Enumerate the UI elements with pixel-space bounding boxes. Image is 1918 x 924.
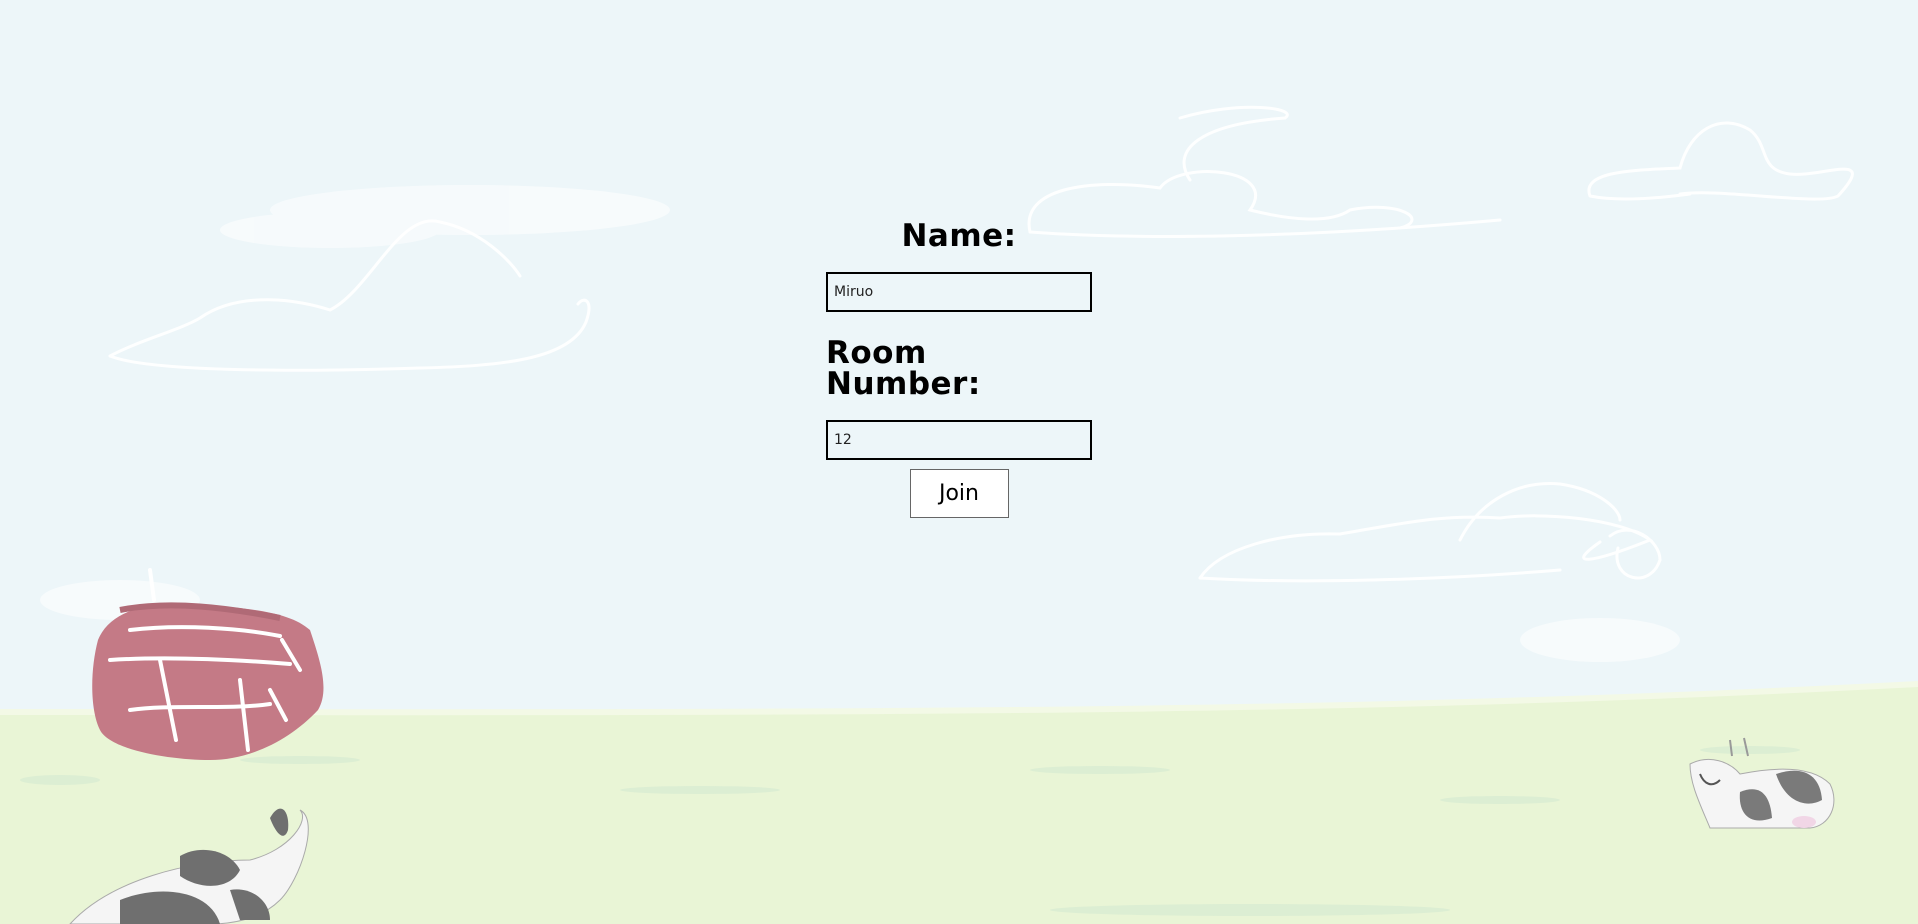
room-number-label: Room Number: (826, 335, 981, 402)
name-label: Name: (901, 218, 1017, 254)
cloud-outline-right (1587, 121, 1854, 201)
farm-scene: Name: Room Number: Join (0, 0, 1918, 924)
join-button[interactable]: Join (909, 469, 1009, 518)
cloud-outline-lower (1198, 481, 1662, 583)
cloud-outline-top (1027, 105, 1502, 238)
join-form: Name: Room Number: Join (826, 212, 1092, 518)
room-number-input[interactable] (826, 420, 1092, 460)
name-input[interactable] (826, 272, 1092, 312)
